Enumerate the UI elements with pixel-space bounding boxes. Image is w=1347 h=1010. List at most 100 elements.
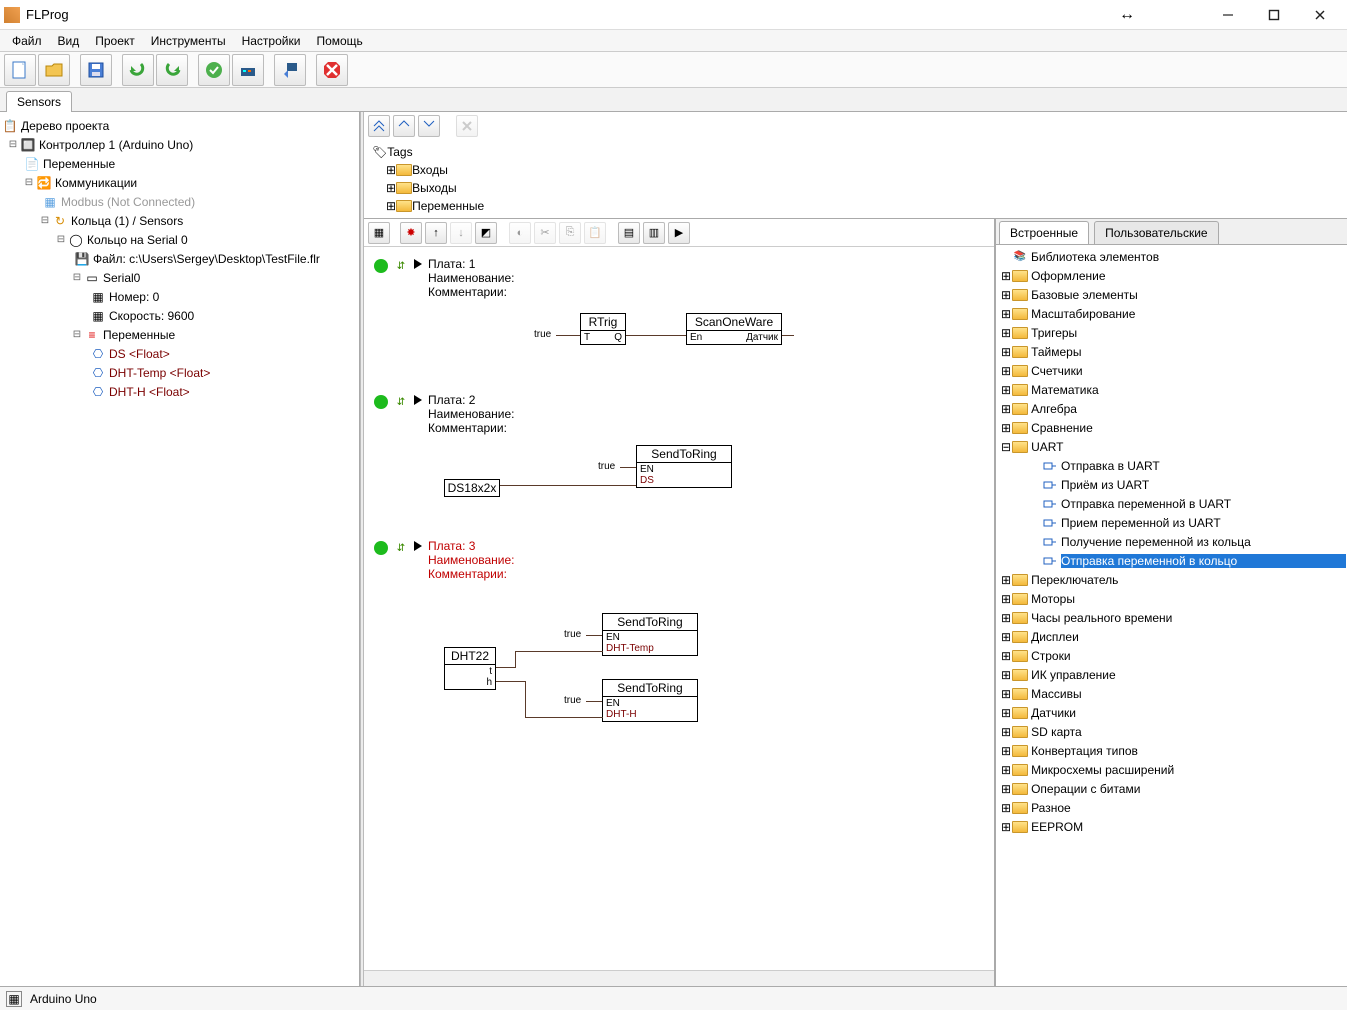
lib-category[interactable]: ⊞SD карта [997,722,1346,741]
lib-category[interactable]: ⊞Тригеры [997,323,1346,342]
tags-btn-2[interactable] [393,115,415,137]
fbd-canvas[interactable]: ⇵ Плата: 1 Наименование: Комментарии: [364,247,994,970]
tree-toggle[interactable]: ⊞ [1001,592,1011,606]
save-button[interactable] [80,54,112,86]
canvas-copy-button[interactable]: ⎘ [559,222,581,244]
tags-outputs[interactable]: Выходы [412,181,457,195]
tree-toggle[interactable]: ⊟ [1001,440,1011,454]
tree-toggle[interactable]: ⊟ [70,329,84,340]
scanoneware-block[interactable]: ScanOneWare EnДатчик [686,313,782,345]
canvas-up-button[interactable]: ↑ [425,222,447,244]
tree-toggle[interactable]: ⊞ [1001,820,1011,834]
tree-toggle[interactable]: ⊞ [386,181,396,195]
lib-category[interactable]: ⊞Масштабирование [997,304,1346,323]
canvas-btn-11[interactable]: ▥ [643,222,665,244]
canvas-hscroll[interactable] [364,970,994,986]
tree-modbus[interactable]: Modbus (Not Connected) [61,195,195,209]
menu-settings[interactable]: Настройки [234,32,309,50]
verify-button[interactable] [198,54,230,86]
canvas-btn-12[interactable]: ▶ [668,222,690,244]
tree-toggle[interactable]: ⊞ [1001,687,1011,701]
tree-rings[interactable]: Кольца (1) / Sensors [71,214,183,228]
tree-toggle[interactable]: ⊟ [6,139,20,150]
tree-var-dht-h[interactable]: DHT-H <Float> [109,385,190,399]
lib-category[interactable]: ⊞Часы реального времени [997,608,1346,627]
lib-category[interactable]: ⊞Переключатель [997,570,1346,589]
sendtoring-block[interactable]: SendToRing ENDHT-Temp [602,613,698,656]
lib-category[interactable]: ⊞Строки [997,646,1346,665]
tags-root[interactable]: Tags [387,145,412,159]
rtrig-block[interactable]: RTrig TQ [580,313,626,345]
tree-var-ds[interactable]: DS <Float> [109,347,170,361]
lib-category[interactable]: ⊞Конвертация типов [997,741,1346,760]
lib-category[interactable]: ⊞Таймеры [997,342,1346,361]
tree-toggle[interactable]: ⊞ [1001,706,1011,720]
tab-user[interactable]: Пользовательские [1094,221,1219,244]
lib-category[interactable]: ⊞Разное [997,798,1346,817]
lib-root[interactable]: 📚Библиотека элементов [997,247,1346,266]
maximize-button[interactable] [1251,0,1297,30]
undo-button[interactable] [122,54,154,86]
tree-toggle[interactable]: ⊞ [1001,801,1011,815]
lib-category[interactable]: ⊞Базовые элементы [997,285,1346,304]
lib-item[interactable]: Прием переменной из UART [997,513,1346,532]
lib-category[interactable]: ⊞Микросхемы расширений [997,760,1346,779]
stop-button[interactable] [316,54,348,86]
tree-controller[interactable]: Контроллер 1 (Arduino Uno) [39,138,193,152]
tab-builtin[interactable]: Встроенные [999,221,1089,244]
lib-category[interactable]: ⊞Операции с битами [997,779,1346,798]
lib-category[interactable]: ⊞Алгебра [997,399,1346,418]
menu-view[interactable]: Вид [50,32,88,50]
tags-inputs[interactable]: Входы [412,163,448,177]
canvas-btn-6[interactable]: ◐ [509,222,531,244]
sendtoring-block[interactable]: SendToRing ENDHT-H [602,679,698,722]
lib-item[interactable]: Отправка переменной в UART [997,494,1346,513]
tags-vars[interactable]: Переменные [412,199,484,213]
tree-toggle[interactable]: ⊞ [386,199,396,213]
tree-toggle[interactable]: ⊟ [70,272,84,283]
tree-toggle[interactable]: ⊞ [1001,307,1011,321]
canvas-btn-10[interactable]: ▤ [618,222,640,244]
new-file-button[interactable] [4,54,36,86]
canvas-paste-button[interactable]: 📋 [584,222,606,244]
tree-toggle[interactable]: ⊞ [1001,364,1011,378]
dht22-block[interactable]: DHT22 th [444,647,496,690]
minimize-button[interactable] [1205,0,1251,30]
lib-category[interactable]: ⊞Датчики [997,703,1346,722]
tree-toggle[interactable]: ⊞ [1001,421,1011,435]
tree-root[interactable]: Дерево проекта [21,119,109,133]
lib-category[interactable]: ⊞Дисплеи [997,627,1346,646]
tree-ring[interactable]: Кольцо на Serial 0 [87,233,188,247]
compile-button[interactable] [232,54,264,86]
lib-item[interactable]: Отправка в UART [997,456,1346,475]
tree-toggle[interactable]: ⊞ [1001,611,1011,625]
canvas-cut-button[interactable]: ✂ [534,222,556,244]
canvas-down-button[interactable]: ↓ [450,222,472,244]
tree-toggle[interactable]: ⊞ [1001,782,1011,796]
tree-file[interactable]: Файл: c:\Users\Sergey\Desktop\TestFile.f… [93,252,320,266]
tree-toggle[interactable]: ⊟ [54,234,68,245]
tree-toggle[interactable]: ⊞ [1001,383,1011,397]
tree-var-dht-temp[interactable]: DHT-Temp <Float> [109,366,210,380]
tree-vars[interactable]: Переменные [43,157,115,171]
lib-category[interactable]: ⊞Моторы [997,589,1346,608]
tab-sensors[interactable]: Sensors [6,91,72,112]
tree-number[interactable]: Номер: 0 [109,290,159,304]
tree-toggle[interactable]: ⊞ [1001,402,1011,416]
lib-category[interactable]: ⊞EEPROM [997,817,1346,836]
tree-toggle[interactable]: ⊞ [1001,345,1011,359]
tree-toggle[interactable]: ⊞ [1001,668,1011,682]
tree-toggle[interactable]: ⊟ [22,177,36,188]
sendtoring-block[interactable]: SendToRing ENDS [636,445,732,488]
tree-toggle[interactable]: ⊞ [1001,288,1011,302]
tags-btn-1[interactable] [368,115,390,137]
tree-comm[interactable]: Коммуникации [55,176,137,190]
lib-category[interactable]: ⊞Математика [997,380,1346,399]
menu-help[interactable]: Помощь [308,32,370,50]
tree-toggle[interactable]: ⊞ [1001,649,1011,663]
upload-button[interactable] [274,54,306,86]
lib-category[interactable]: ⊞Массивы [997,684,1346,703]
tree-toggle[interactable]: ⊞ [1001,630,1011,644]
canvas-btn-2[interactable]: ✸ [400,222,422,244]
tags-btn-3[interactable] [418,115,440,137]
